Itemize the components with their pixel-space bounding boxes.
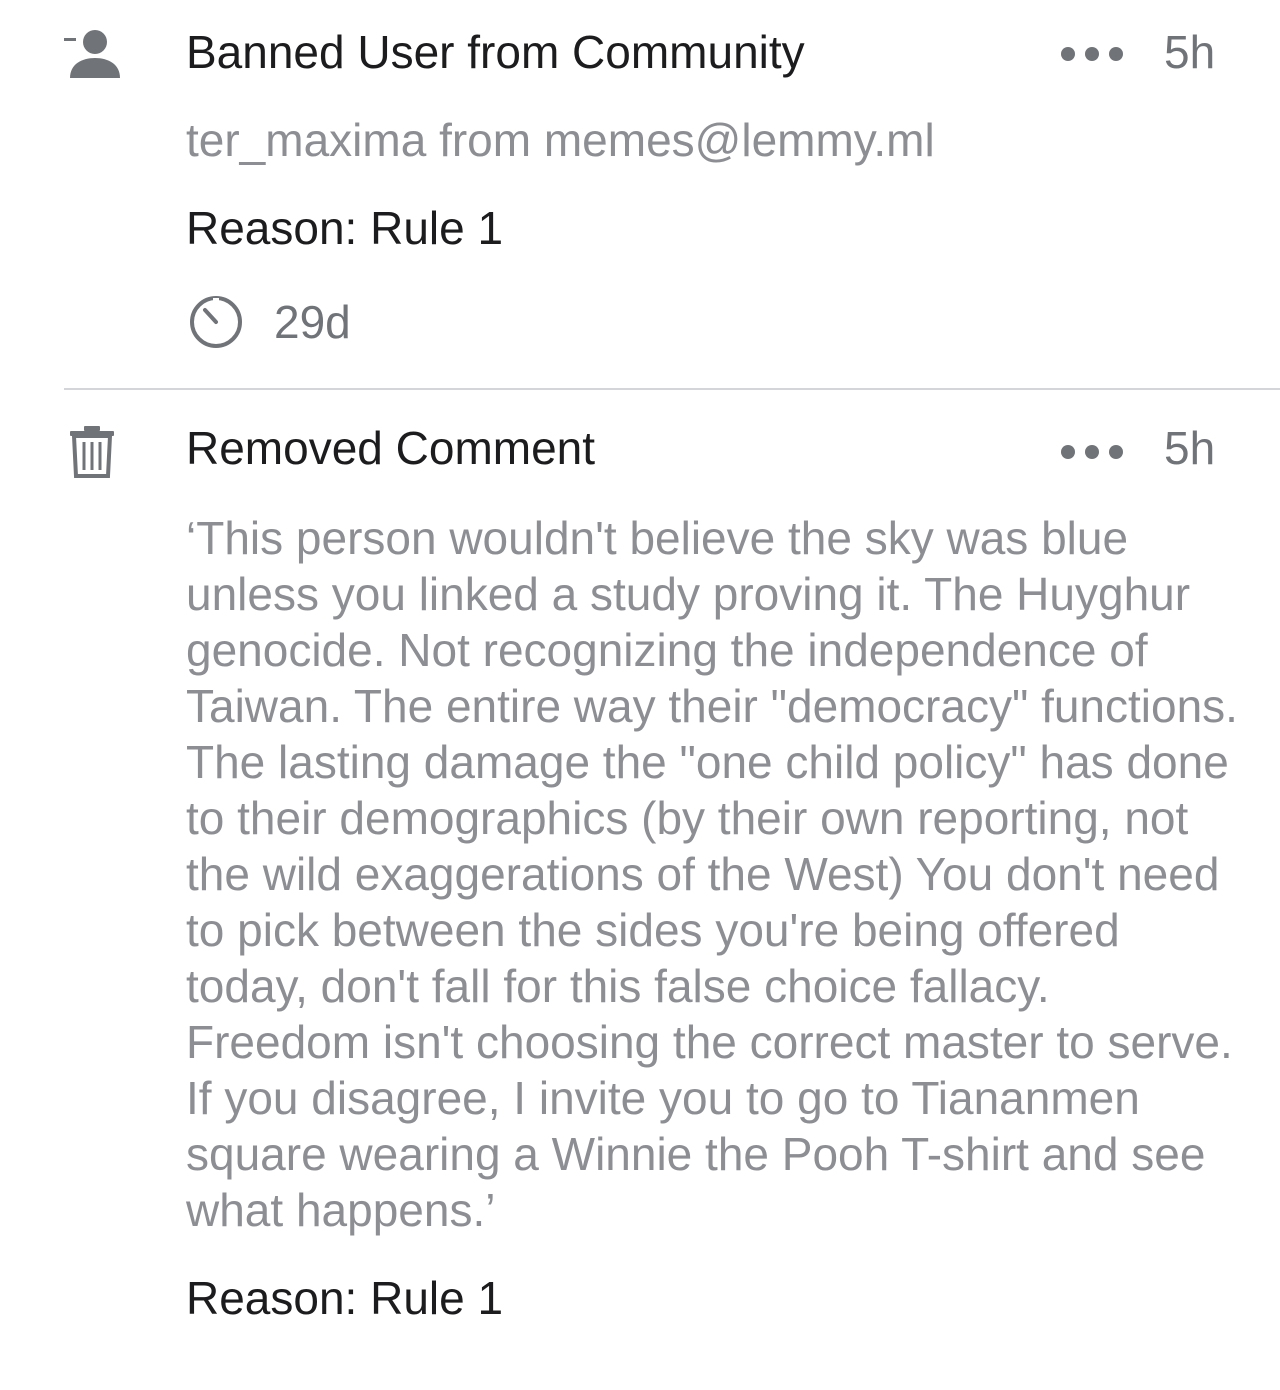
trash-icon [64, 422, 122, 480]
more-dots-icon [1061, 445, 1123, 459]
remove-user-icon [64, 26, 122, 84]
entry-title: Removed Comment [186, 422, 596, 474]
entry-timestamp: 5h [1164, 422, 1216, 474]
entry-timestamp: 5h [1164, 26, 1216, 78]
more-options-button[interactable] [1058, 432, 1128, 472]
more-dots-icon [1061, 47, 1123, 61]
modlog-entry-ban: Banned User from Community 5h ter_maxima… [0, 0, 1280, 388]
ban-expiry: 29d [188, 292, 351, 352]
ban-reason: Reason: Rule 1 [186, 202, 504, 254]
more-options-button[interactable] [1058, 34, 1128, 74]
timer-icon [188, 294, 244, 350]
entry-title: Banned User from Community [186, 26, 805, 78]
banned-user-link[interactable]: ter_maxima from memes@lemmy.ml [186, 112, 935, 168]
removed-comment-text[interactable]: ‘This person wouldn't believe the sky wa… [186, 510, 1246, 1238]
removal-reason: Reason: Rule 1 [186, 1272, 504, 1324]
modlog-entry-removed-comment: Removed Comment 5h ‘This person wouldn't… [0, 390, 1280, 1390]
expiry-duration: 29d [274, 296, 351, 348]
